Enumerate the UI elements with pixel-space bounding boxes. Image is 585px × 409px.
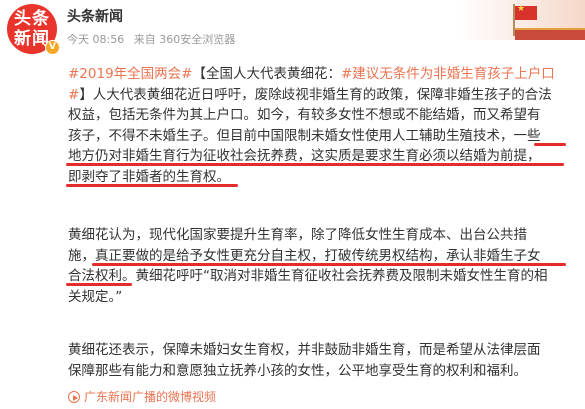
text-segment: 孩子，不得不未婚生子。但目前中国限制未婚女性使用人工辅助生殖技术， (68, 127, 514, 144)
highlighted-text: 一些 (513, 127, 541, 144)
text-line: 权益，包括无条件为其上户口。如今，有较多女性不想或不能结婚，而又希望有 (68, 107, 541, 123)
post-source: 来自 360安全浏览器 (133, 33, 236, 46)
video-link[interactable]: 广东新闻广播的微博视频 (68, 388, 216, 405)
text-line: 施，真正要做的是给予女性更充分自主权，打破传统男权结构，承认非婚生子女 (68, 246, 568, 267)
post-time[interactable]: 今天 08:56 (67, 33, 124, 46)
flag-icon (515, 4, 537, 20)
decorative-banner (455, 0, 585, 40)
video-link-label: 广东新闻广播的微博视频 (84, 390, 217, 404)
highlighted-text: 即剥夺了非婚者的生育权。 (68, 168, 230, 185)
post-paragraph-2: 黄细花认为，现代化国家要提升生育率，除了降低女性生育成本、出台公共措 施，真正要… (66, 225, 568, 307)
post-header: 头条 新闻 V 头条新闻 今天 08:56 来自 360安全浏览器 (0, 0, 585, 58)
text-line: 地方仍对非婚生育行为征收社会抚养费，这实质是要求生育必须以结婚为前提， (66, 146, 568, 167)
highlighted-text: 地方仍对非婚生育行为征收社会抚养费，这实质是要求生育必须以结婚为前提， (68, 148, 541, 164)
text-line: 孩子，不得不未婚生子。但目前中国限制未婚女性使用人工辅助生殖技术，一些 (68, 126, 568, 147)
hashtag-link[interactable]: #2019年全国两会# (68, 66, 192, 82)
avatar-text-line-1: 头条 (14, 9, 50, 29)
text-segment: 黄细花呼吁“取消对非婚生育征收社会抚养费及限制未婚女性生育的相 (135, 268, 548, 284)
text-line: 黄细花还表示，保障未婚妇女生育权，并非鼓励非婚生育，而是希望从法律层面 (68, 342, 541, 358)
hashtag-link[interactable]: #建议无条件为非婚生育孩子上户口 (341, 66, 555, 82)
hashtag-link[interactable]: # (68, 87, 79, 103)
highlighted-text: 合法权利。 (68, 268, 136, 284)
text-line: #2019年全国两会#【全国人大代表黄细花：#建议无条件为非婚生育孩子上户口 (68, 64, 568, 85)
highlighted-text: 真正要做的是给予女性更充分自主权，打破传统男权结构，承认非婚生子女 (95, 247, 541, 264)
text-line: 黄细花认为，现代化国家要提升生育率，除了降低女性生育成本、出台公共措 (68, 227, 527, 243)
account-name[interactable]: 头条新闻 (67, 6, 123, 26)
text-line: 即剥夺了非婚者的生育权。 (66, 167, 568, 188)
text-line: 保障那些有能力和意愿独立抚养小孩的女性，公平地享受生育的权利和福利。 (68, 362, 527, 379)
play-icon (68, 391, 80, 403)
post-paragraph-3: 黄细花还表示，保障未婚妇女生育权，并非鼓励非婚生育，而是希望从法律层面 保障那些… (68, 340, 568, 381)
post-meta: 今天 08:56 来自 360安全浏览器 (67, 31, 241, 47)
verified-badge-icon: V (45, 40, 60, 55)
great-wall-icon (515, 28, 585, 40)
red-underline (66, 183, 238, 187)
text-segment: 】人大代表黄细花近日呼吁，废除歧视非婚生育的政策，保障非婚生孩子的合法 (79, 86, 552, 103)
post-paragraph-1: #2019年全国两会#【全国人大代表黄细花：#建议无条件为非婚生育孩子上户口 #… (66, 64, 568, 188)
text-line: 合法权利。黄细花呼吁“取消对非婚生育征收社会抚养费及限制未婚女性生育的相 (66, 266, 568, 287)
text-line: 关规定。” (68, 288, 123, 305)
text-segment: 【全国人大代表黄细花： (192, 66, 341, 82)
text-line: #】人大代表黄细花近日呼吁，废除歧视非婚生育的政策，保障非婚生孩子的合法 (68, 85, 568, 106)
text-segment: 施， (68, 247, 95, 264)
